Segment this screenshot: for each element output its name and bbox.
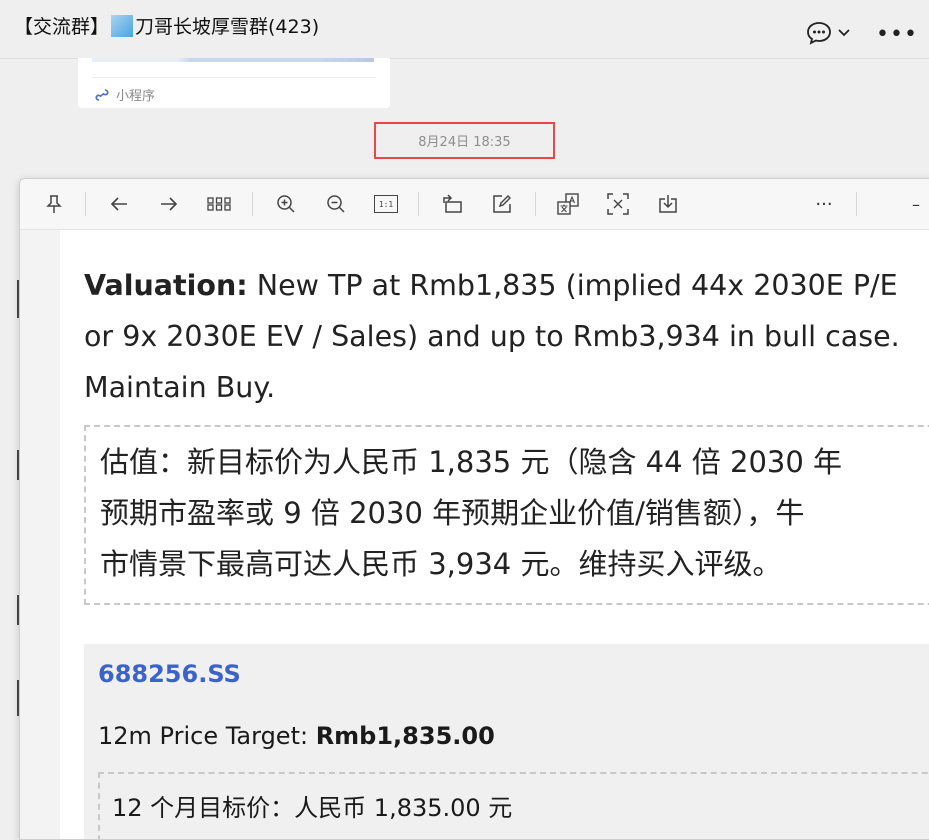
previous-button[interactable]	[107, 192, 131, 216]
pin-button[interactable]	[42, 192, 66, 216]
en-line-1: Valuation: New TP at Rmb1,835 (implied 4…	[84, 260, 929, 311]
forward-arrow-icon	[161, 197, 178, 211]
speech-bubble-icon	[807, 22, 831, 45]
next-button[interactable]	[157, 192, 181, 216]
price-target-label: 12m Price Target:	[98, 722, 316, 750]
ticker-symbol: 688256.SS	[98, 660, 241, 688]
en-line-3: Maintain Buy.	[84, 371, 276, 404]
actual-size-button[interactable]: 1:1	[373, 192, 399, 216]
extract-text-icon	[607, 193, 629, 215]
chat-title[interactable]: 【交流群】 刀哥长坡厚雪群(423)	[14, 12, 319, 39]
chat-options-button[interactable]	[806, 20, 850, 46]
translate-button[interactable]	[556, 192, 580, 216]
actual-size-icon: 1:1	[374, 195, 398, 213]
price-target-value: Rmb1,835.00	[315, 722, 495, 750]
rotate-button[interactable]	[440, 192, 464, 216]
extract-text-button[interactable]	[606, 192, 630, 216]
price-target-cn-box: 12 个月目标价：人民币 1,835.00 元	[98, 772, 929, 839]
mini-program-tag: 小程序	[94, 85, 155, 104]
price-target-line: 12m Price Target: Rmb1,835.00	[98, 722, 495, 750]
mini-program-preview	[92, 58, 374, 62]
valuation-paragraph-en: Valuation: New TP at Rmb1,835 (implied 4…	[84, 260, 929, 413]
translate-icon	[557, 193, 579, 215]
mini-program-label: 小程序	[116, 89, 156, 104]
cn-line-1: 估值：新目标价为人民币 1,835 元（隐含 44 倍 2030 年	[100, 445, 843, 479]
message-timestamp: 8月24日 18:35	[374, 122, 555, 159]
mini-program-icon	[95, 88, 109, 101]
edit-button[interactable]	[490, 192, 514, 216]
viewer-image-canvas: Valuation: New TP at Rmb1,835 (implied 4…	[60, 230, 929, 839]
chat-title-prefix: 【交流群】	[14, 16, 110, 38]
more-options-button[interactable]: •••	[876, 22, 918, 48]
zoom-in-icon	[277, 195, 295, 213]
download-button[interactable]	[656, 192, 680, 216]
pin-icon	[46, 195, 62, 213]
gallery-button[interactable]	[207, 192, 231, 216]
viewer-more-button[interactable]: ···	[811, 192, 837, 216]
mini-program-card[interactable]: 小程序	[78, 58, 390, 108]
price-target-cn: 12 个月目标价：人民币 1,835.00 元	[112, 794, 513, 822]
chevron-down-icon	[838, 29, 850, 37]
grid-icon	[207, 197, 231, 211]
en-line-2: or 9x 2030E EV / Sales) and up to Rmb3,9…	[84, 320, 900, 353]
cn-line-3: 市情景下最高可达人民币 3,934 元。维持买入评级。	[100, 547, 782, 581]
image-viewer-window: 1:1 ··· – Valuation: New TP at Rmb1,835 …	[19, 178, 929, 840]
card-divider	[92, 77, 376, 78]
download-icon	[659, 195, 677, 213]
valuation-paragraph-cn: 估值：新目标价为人民币 1,835 元（隐含 44 倍 2030 年 预期市盈率…	[84, 425, 929, 605]
viewer-toolbar: 1:1 ··· –	[20, 179, 929, 230]
price-target-box: 688256.SS 12m Price Target: Rmb1,835.00 …	[84, 644, 929, 839]
toolbar-separator	[535, 192, 536, 216]
zoom-in-button[interactable]	[274, 192, 298, 216]
more-dots-icon: •••	[876, 22, 918, 47]
back-arrow-icon	[110, 197, 127, 211]
group-avatar-icon	[111, 14, 134, 37]
zoom-out-icon	[327, 195, 345, 213]
rotate-icon	[443, 194, 462, 213]
toolbar-separator	[252, 192, 253, 216]
minimize-button[interactable]: –	[904, 192, 928, 216]
toolbar-separator	[418, 192, 419, 216]
timestamp-text: 8月24日 18:35	[418, 135, 511, 150]
zoom-out-button[interactable]	[324, 192, 348, 216]
toolbar-separator	[856, 192, 857, 216]
chat-header: 【交流群】 刀哥长坡厚雪群(423) •••	[0, 0, 929, 59]
cn-line-2: 预期市盈率或 9 倍 2030 年预期企业价值/销售额），牛	[100, 496, 805, 530]
en-line-1-text: New TP at Rmb1,835 (implied 44x 2030E P/…	[247, 269, 898, 302]
minimize-icon: –	[912, 194, 920, 214]
edit-icon	[493, 195, 511, 213]
toolbar-separator	[85, 192, 86, 216]
valuation-heading: Valuation:	[84, 269, 248, 302]
more-icon: ···	[815, 193, 833, 215]
chat-title-name: 刀哥长坡厚雪群(423)	[135, 16, 320, 38]
